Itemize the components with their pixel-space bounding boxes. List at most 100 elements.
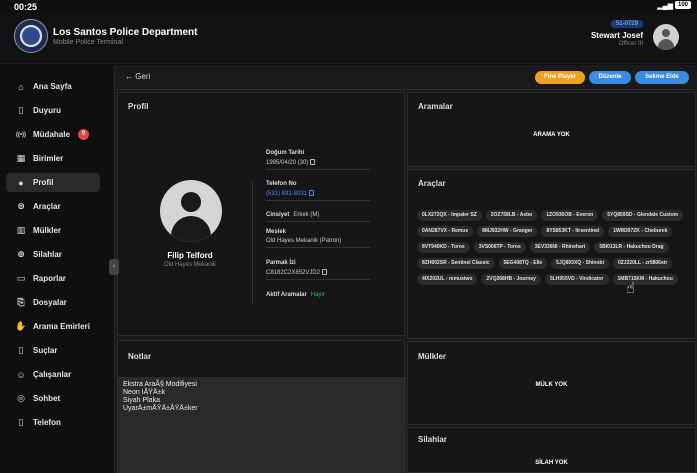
sidebar-item-label: Müdahale — [33, 130, 70, 139]
sidebar-item-employees[interactable]: ☺ Çalışanlar — [6, 365, 100, 384]
sidebar-item-label: Arama Emirleri — [33, 322, 90, 331]
sidebar-item-label: Raporlar — [33, 274, 66, 283]
fine-player-button[interactable]: Fine Player — [535, 71, 585, 84]
officer-avatar[interactable] — [653, 24, 679, 50]
sidebar-item-label: Silahlar — [33, 250, 62, 259]
grid-icon: ▦ — [16, 153, 26, 163]
sidebar-item-dispatch[interactable]: ((•)) Müdahale 9 — [6, 125, 100, 144]
edit-button[interactable]: Düzenle — [589, 71, 631, 84]
callsign-badge: 51-0729 — [610, 20, 643, 28]
vehicle-tag[interactable]: 0AN287VX - Remus — [417, 226, 474, 237]
sidebar-item-label: Suçlar — [33, 346, 58, 355]
vehicle-tag[interactable]: 3EV336NI - Rhinehart — [529, 242, 591, 253]
profile-occupation: Old Hayes Mekanik — [163, 262, 217, 268]
panel-title: Notlar — [128, 352, 152, 361]
empty-state: ARAMA YOK — [533, 132, 570, 138]
app-header: Los Santos Police Department Mobile Poli… — [0, 14, 697, 64]
vehicle-list: 0LX272QX - Impaler SZ 2OZ758LB - Asbo 1Z… — [417, 210, 692, 285]
sidebar-item-home[interactable]: ⌂ Ana Sayfa — [6, 77, 100, 96]
sidebar-item-properties[interactable]: ▥ Mülkler — [6, 221, 100, 240]
collapse-sidebar-button[interactable]: ‹ — [109, 259, 119, 275]
building-icon: ▥ — [16, 225, 26, 235]
user-icon: ● — [18, 177, 24, 188]
car-icon: ⊜ — [17, 201, 25, 211]
radio-icon: ((•)) — [15, 131, 27, 138]
vehicle-tag[interactable]: 3VS006TP - Toros — [473, 242, 526, 253]
sidebar-item-files[interactable]: ⎘ Dosyalar — [6, 293, 100, 312]
sidebar-item-chat[interactable]: ◎ Sohbet — [6, 389, 100, 408]
clock: 00:25 — [14, 2, 38, 12]
vehicle-tag[interactable]: 5BI013LR - Hakuchou Drag — [594, 242, 669, 253]
sidebar-item-vehicles[interactable]: ⊜ Araçlar — [6, 197, 100, 216]
profile-name: Filip Telford — [167, 251, 213, 260]
department-name: Los Santos Police Department — [53, 27, 198, 38]
vehicle-tag[interactable]: 2VQ268HB - Journey — [481, 274, 541, 285]
vehicle-tag[interactable]: 0LX272QX - Impaler SZ — [417, 210, 482, 221]
sidebar-item-profile[interactable]: ● Profil — [6, 173, 100, 192]
vehicle-tag[interactable]: 1MB715KM - Hakuchou — [612, 274, 678, 285]
vehicle-tag[interactable]: 2OZ758LB - Asbo — [485, 210, 538, 221]
panel-title: Mülkler — [418, 352, 447, 361]
sidebar-item-label: Profil — [33, 178, 54, 187]
vehicle-tag[interactable]: 5YQ859SD - Glendale Custom — [602, 210, 684, 221]
profile-toolbar: ← Geri Fine Player Düzenle Sekme Elde — [115, 65, 697, 90]
vehicle-tag[interactable]: 8MJ932HW - Granger — [477, 226, 538, 237]
hand-icon: ✋ — [15, 321, 27, 331]
crosshair-icon: ⊕ — [17, 249, 25, 259]
vehicle-tag[interactable]: 0ZJ220LL - zr5806str — [612, 258, 673, 269]
dob-field: Doğum Tarihi 1995/04/20 (30) — [266, 150, 370, 170]
sidebar-item-label: Araçlar — [33, 202, 61, 211]
vehicle-tag[interactable]: 1ZO936OB - Everon — [541, 210, 599, 221]
divider — [252, 181, 253, 305]
vehicle-tag[interactable]: 5LH955VD - Vindicator — [544, 274, 609, 285]
sidebar-item-warrants[interactable]: ✋ Arama Emirleri — [6, 317, 100, 336]
phone-field: Telefon No (531) 891-8031 — [266, 181, 370, 201]
bookmark-icon: ▯ — [18, 105, 24, 115]
searches-panel: Aramalar ARAMA YOK — [407, 92, 696, 167]
vehicles-panel: Araçlar 0LX272QX - Impaler SZ 2OZ758LB -… — [407, 169, 696, 339]
panel-title: Araçlar — [418, 179, 446, 188]
signal-icon: ▂▄▆ — [657, 3, 673, 10]
vehicle-tag[interactable]: 5JQ893XQ - Shinobi — [551, 258, 609, 269]
arrow-left-icon: ← — [125, 72, 136, 81]
sidebar-item-reports[interactable]: ▭ Raporlar — [6, 269, 100, 288]
custody-button[interactable]: Sekme Elde — [635, 71, 689, 84]
sidebar-item-crimes[interactable]: ▯ Suçlar — [6, 341, 100, 360]
vehicle-tag[interactable]: 5EG408TQ - Elle — [498, 258, 548, 269]
sidebar: ⌂ Ana Sayfa ▯ Duyuru ((•)) Müdahale 9 ▦ Birim… — [0, 65, 113, 473]
copy-icon[interactable] — [322, 269, 328, 275]
department-seal-icon — [14, 19, 48, 53]
sidebar-item-weapons[interactable]: ⊕ Silahlar — [6, 245, 100, 264]
sidebar-item-phone[interactable]: ▯ Telefon — [6, 413, 100, 432]
wanted-field: Aktif Aramalar Hayır — [266, 292, 326, 298]
battery-icon: 100 — [675, 1, 691, 9]
fingerprint-field: Parmak İzi C8182C2X852VJD2 — [266, 260, 370, 280]
empty-state: MÜLK YOK — [535, 382, 568, 388]
officer-name: Stewart Josef — [590, 31, 643, 40]
status-bar: 00:25 ▂▄▆ 100 — [0, 0, 697, 14]
copy-icon[interactable] — [309, 190, 315, 196]
sidebar-item-label: Dosyalar — [33, 298, 67, 307]
sidebar-item-units[interactable]: ▦ Birimler — [6, 149, 100, 168]
folder-icon: ▭ — [16, 273, 26, 283]
sidebar-item-label: Çalışanlar — [33, 370, 72, 379]
vehicle-tag[interactable]: 8VT940KD - Toros — [417, 242, 470, 253]
copy-icon[interactable] — [310, 159, 316, 165]
panel-title: Silahlar — [418, 435, 447, 444]
vehicle-tag[interactable]: 1WM397ZK - Cheburek — [608, 226, 673, 237]
back-button[interactable]: ← Geri — [125, 72, 150, 81]
vehicle-tag[interactable]: 8YS853KT - Itrsentinel — [541, 226, 605, 237]
sidebar-item-label: Sohbet — [33, 394, 61, 403]
notes-panel: Notlar Ekstra AraÃ§ Modifiyesi Neon IÅŸÄ… — [117, 340, 406, 473]
notification-badge: 9 — [77, 129, 89, 140]
sidebar-item-label: Ana Sayfa — [33, 82, 72, 91]
notes-textarea[interactable]: Ekstra AraÃ§ Modifiyesi Neon IÅŸÄ±k Siya… — [118, 377, 406, 473]
main-content: ← Geri Fine Player Düzenle Sekme Elde Pr… — [114, 65, 697, 473]
vehicle-tag[interactable]: 8ZH002SR - Sentinel Classic — [417, 258, 495, 269]
sidebar-item-announcements[interactable]: ▯ Duyuru — [6, 101, 100, 120]
profile-panel: Profil Filip Telford Old Hayes Mekanik D… — [117, 92, 405, 336]
vehicle-tag[interactable]: 4IX202UL - remustwo — [417, 274, 478, 285]
profile-avatar — [160, 180, 222, 242]
book-icon: ▯ — [18, 345, 24, 355]
phone-icon: ▯ — [18, 417, 24, 427]
